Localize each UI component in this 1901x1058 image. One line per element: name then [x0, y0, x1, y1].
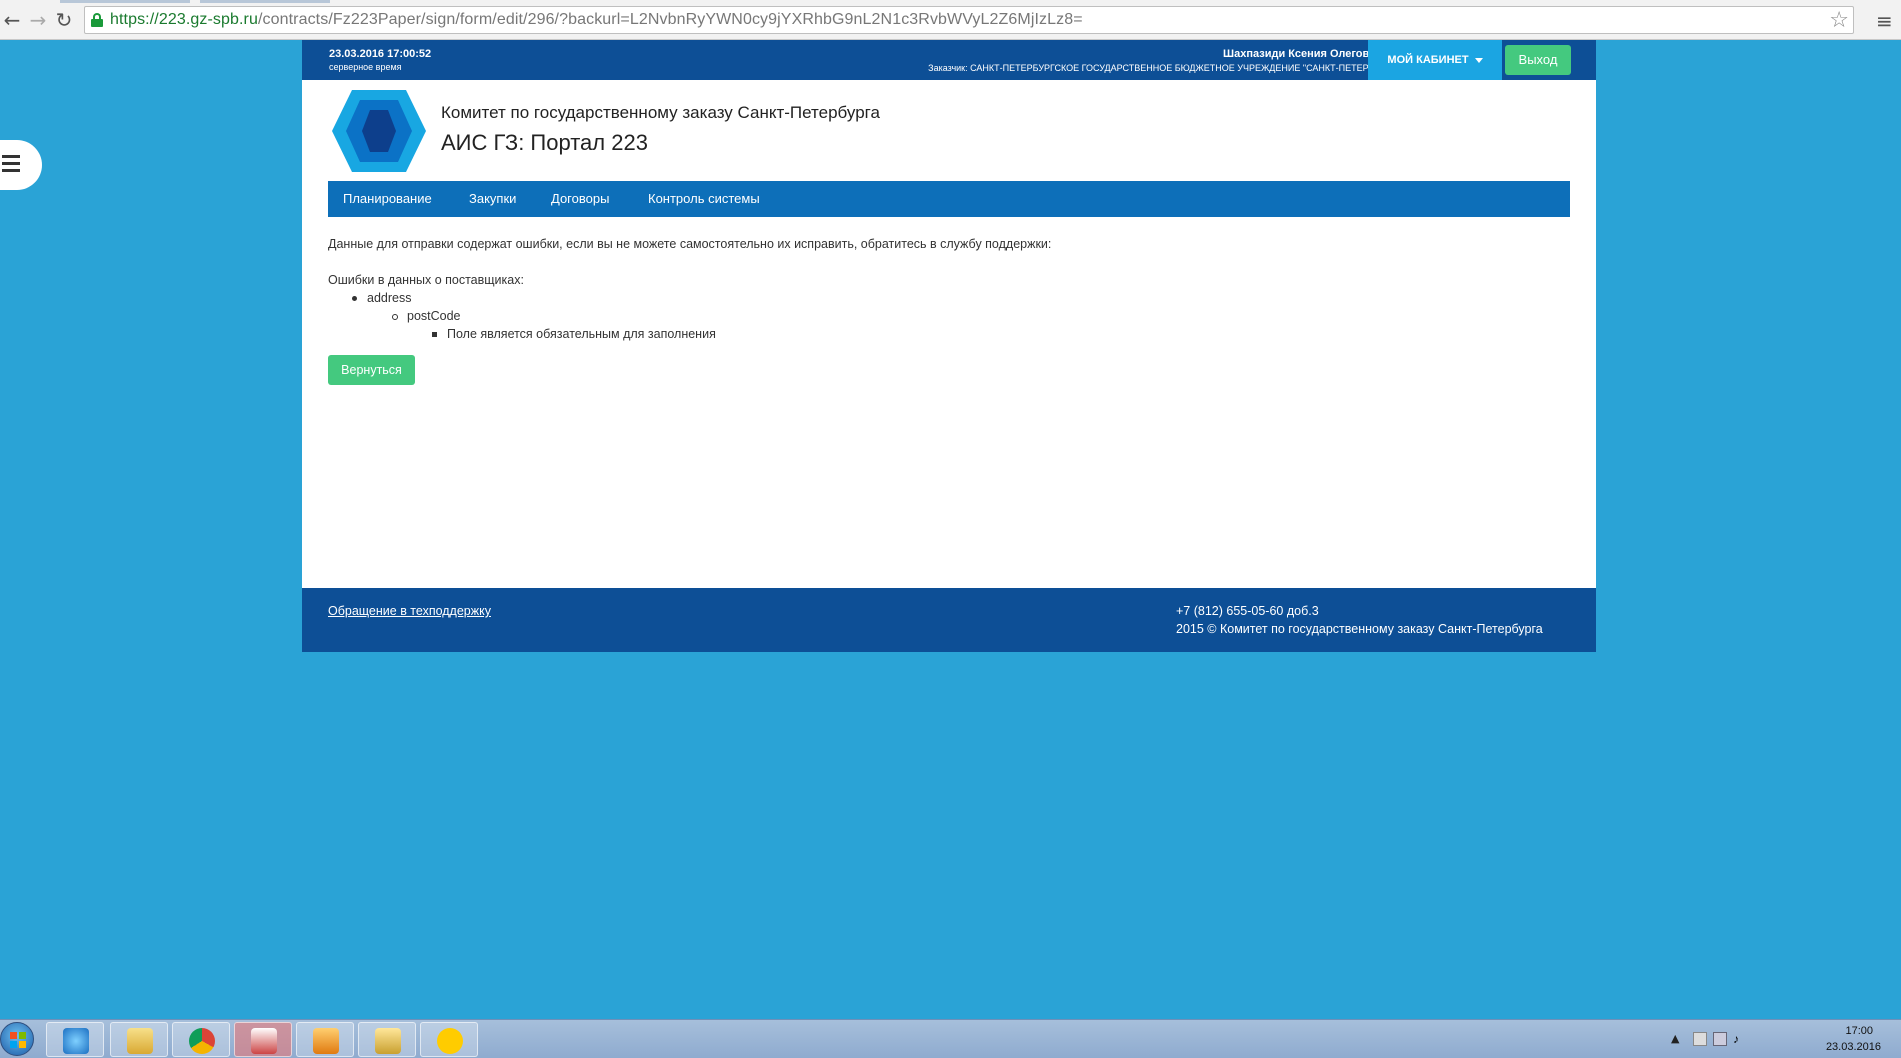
- site-header: Комитет по государственному заказу Санкт…: [302, 80, 1596, 180]
- taskbar-1c[interactable]: [420, 1022, 478, 1057]
- url-path: /contracts/Fz223Paper/sign/form/edit/296…: [257, 11, 1083, 28]
- bullet-square-icon: [432, 332, 437, 338]
- error-field-address: address: [367, 291, 412, 305]
- volume-icon[interactable]: ♪: [1733, 1032, 1747, 1046]
- support-link[interactable]: Обращение в техподдержку: [328, 604, 491, 618]
- back-arrow-icon[interactable]: ←: [0, 8, 24, 32]
- bookmark-star-icon[interactable]: ☆: [1829, 8, 1849, 33]
- bullet-circle-icon: [392, 313, 398, 320]
- top-bar: 23.03.2016 17:00:52 серверное время Шахп…: [302, 40, 1596, 80]
- windows-taskbar: ▲ ♪ 17:00 23.03.2016: [0, 1019, 1901, 1058]
- copyright: 2015 © Комитет по государственному заказ…: [1176, 622, 1543, 636]
- error-message: Данные для отправки содержат ошибки, есл…: [328, 237, 1052, 251]
- browser-tab-edge[interactable]: [60, 0, 190, 3]
- nav-item-contracts[interactable]: Договоры: [551, 181, 609, 217]
- forward-arrow-icon[interactable]: →: [26, 8, 50, 32]
- clock-time[interactable]: 17:00: [1845, 1025, 1873, 1037]
- portal-title: АИС ГЗ: Портал 223: [441, 130, 648, 155]
- my-cabinet-button[interactable]: МОЙ КАБИНЕТ: [1368, 40, 1502, 80]
- server-time: 23.03.2016 17:00:52: [329, 48, 432, 60]
- reload-icon[interactable]: ↻: [52, 8, 76, 32]
- taskbar-chrome[interactable]: [172, 1022, 230, 1057]
- folder-icon: [127, 1028, 153, 1054]
- url-text[interactable]: https://223.gz-spb.ru/contracts/Fz223Pap…: [110, 11, 1083, 29]
- address-bar[interactable]: https://223.gz-spb.ru/contracts/Fz223Pap…: [84, 6, 1854, 34]
- page-container: 23.03.2016 17:00:52 серверное время Шахп…: [302, 40, 1596, 652]
- error-item-level1: address: [352, 291, 411, 305]
- 1c-icon: [437, 1028, 463, 1054]
- errors-title: Ошибки в данных о поставщиках:: [328, 273, 524, 287]
- server-time-note: серверное время: [329, 62, 402, 72]
- media-player-icon: [313, 1028, 339, 1054]
- browser-toolbar: ← → ↻ https://223.gz-spb.ru/contracts/Fz…: [0, 0, 1901, 40]
- browser-menu-icon[interactable]: ≡: [1876, 9, 1896, 33]
- taskbar-app[interactable]: [358, 1022, 416, 1057]
- taskbar-tool[interactable]: [234, 1022, 292, 1057]
- hamburger-icon: [2, 155, 20, 176]
- clock-date[interactable]: 23.03.2016: [1826, 1041, 1881, 1053]
- url-host: https://223.gz-spb.ru: [110, 11, 258, 28]
- internet-explorer-icon: [63, 1028, 89, 1054]
- bullet-icon: [352, 296, 357, 302]
- network-icon[interactable]: [1713, 1032, 1727, 1046]
- lock-icon: [91, 13, 103, 27]
- signature-tool-icon: [375, 1028, 401, 1054]
- support-phone: +7 (812) 655-05-60 доб.3: [1176, 604, 1319, 618]
- customer-name: Заказчик: САНКТ-ПЕТЕРБУРГСКОЕ ГОСУДАРСТВ…: [928, 63, 1382, 73]
- show-hidden-icons[interactable]: ▲: [1671, 1032, 1679, 1045]
- nav-item-purchases[interactable]: Закупки: [469, 181, 516, 217]
- flag-alert-icon[interactable]: [1693, 1032, 1707, 1046]
- error-item-level2: postCode: [392, 309, 461, 323]
- side-menu-toggle[interactable]: [0, 140, 42, 190]
- caret-down-icon: [1474, 57, 1483, 63]
- error-required-text: Поле является обязательным для заполнени…: [447, 327, 716, 341]
- nav-item-system-control[interactable]: Контроль системы: [648, 181, 760, 217]
- logout-button[interactable]: Выход: [1505, 45, 1571, 75]
- start-button[interactable]: [0, 1022, 34, 1056]
- main-navigation: Планирование Закупки Договоры Контроль с…: [328, 181, 1570, 217]
- user-name: Шахпазиди Ксения Олеговна: [1223, 48, 1382, 60]
- back-button[interactable]: Вернуться: [328, 355, 415, 385]
- chrome-icon: [189, 1028, 215, 1054]
- taskbar-explorer[interactable]: [110, 1022, 168, 1057]
- error-field-postcode: postCode: [407, 309, 461, 323]
- nav-item-planning[interactable]: Планирование: [343, 181, 432, 217]
- system-tray: ▲ ♪ 17:00 23.03.2016: [1671, 1020, 1901, 1058]
- scissors-icon: [251, 1028, 277, 1054]
- my-cabinet-label: МОЙ КАБИНЕТ: [1387, 54, 1469, 66]
- site-footer: Обращение в техподдержку +7 (812) 655-05…: [302, 588, 1596, 652]
- error-item-level3: Поле является обязательным для заполнени…: [432, 327, 716, 341]
- browser-tab-edge-2[interactable]: [200, 0, 330, 3]
- taskbar-media[interactable]: [296, 1022, 354, 1057]
- committee-logo[interactable]: [332, 90, 426, 172]
- taskbar-ie[interactable]: [46, 1022, 104, 1057]
- org-name: Комитет по государственному заказу Санкт…: [441, 103, 880, 122]
- windows-logo-icon: [10, 1032, 26, 1048]
